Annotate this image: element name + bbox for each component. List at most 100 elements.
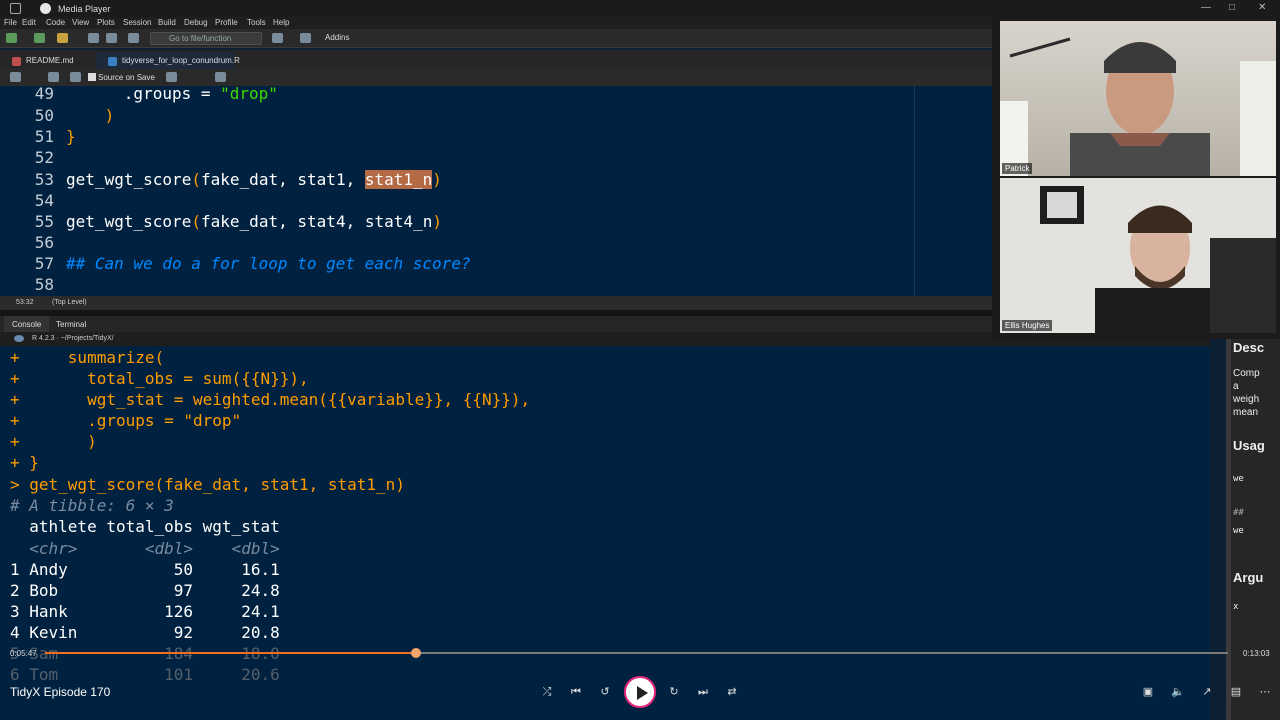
text-selection: stat1_n xyxy=(364,170,433,189)
volume-icon[interactable]: 🔈 xyxy=(1170,684,1186,700)
console-command: > get_wgt_score(fake_dat, stat1, stat1_n… xyxy=(10,475,405,494)
console-output-line: + } xyxy=(10,453,39,472)
menu-item-edit[interactable]: Edit xyxy=(22,18,36,27)
play-button[interactable] xyxy=(624,676,656,708)
r-console[interactable]: + summarize(+ total_obs = sum({{N}}), + w… xyxy=(0,346,1210,720)
save-all-icon[interactable] xyxy=(106,33,117,43)
code-line[interactable]: 52 xyxy=(0,147,992,168)
close-icon[interactable]: ✕ xyxy=(1258,2,1266,13)
source-on-save-checkbox[interactable] xyxy=(88,73,96,81)
miniplayer-icon[interactable]: ▣ xyxy=(1140,684,1156,700)
code-editor[interactable]: 49 .groups = "drop" 50 ) 51} 52 53 get_wgt_sc… xyxy=(0,86,992,296)
code-line[interactable]: 51} xyxy=(0,126,992,147)
code-text: get_wgt_score(fake_dat, stat1, stat1_n) xyxy=(66,170,442,189)
menu-item-view[interactable]: View xyxy=(72,18,89,27)
menu-item-build[interactable]: Build xyxy=(158,18,176,27)
code-line[interactable]: 58 xyxy=(0,274,992,295)
video-tile-ellis[interactable]: Ellis Hughes xyxy=(1000,178,1276,333)
help-description-heading: Desc xyxy=(1233,340,1265,355)
menu-item-tools[interactable]: Tools xyxy=(247,18,266,27)
rewind-10-icon[interactable]: ↺ xyxy=(597,684,613,700)
seek-bar-handle[interactable] xyxy=(411,648,421,658)
code-line[interactable]: 53 get_wgt_score(fake_dat, stat1, stat1_n… xyxy=(0,169,992,190)
code-line[interactable]: 49 .groups = "drop" xyxy=(0,86,992,104)
show-in-window-icon[interactable] xyxy=(48,72,59,82)
new-file-icon[interactable] xyxy=(6,33,17,43)
maximize-icon[interactable]: □ xyxy=(1229,2,1235,13)
video-tile-patrick[interactable]: Patrick xyxy=(1000,21,1276,176)
code-line[interactable]: 50 ) xyxy=(0,105,992,126)
cursor-position: 53:32 xyxy=(16,299,34,306)
r-file-icon xyxy=(108,57,117,66)
back-icon[interactable] xyxy=(10,72,21,82)
window-title: Media Player xyxy=(58,4,111,14)
code-text: .groups = "drop" xyxy=(66,86,278,103)
code-text: ## Can we do a for loop to get each scor… xyxy=(66,254,471,273)
print-icon[interactable] xyxy=(128,33,139,43)
goto-file-input[interactable]: Go to file/function xyxy=(150,32,262,45)
menu-item-code[interactable]: Code xyxy=(46,18,65,27)
code-text: } xyxy=(66,127,76,146)
seek-bar-progress xyxy=(45,652,416,654)
scope-indicator[interactable]: (Top Level) xyxy=(52,299,87,306)
title-bar: Media Player — □ ✕ xyxy=(0,0,1280,17)
console-output-line: + ) xyxy=(10,432,97,451)
help-desc-line: mean xyxy=(1233,407,1259,418)
addins-menu[interactable]: Addins xyxy=(325,33,349,42)
layout-icon[interactable] xyxy=(300,33,311,43)
outline-icon[interactable] xyxy=(215,72,226,82)
menu-item-file[interactable]: File xyxy=(4,18,17,27)
console-output-line: 1 Andy 50 16.1 xyxy=(10,560,280,579)
menu-item-session[interactable]: Session xyxy=(123,18,151,27)
menu-item-profile[interactable]: Profile xyxy=(215,18,238,27)
code-line[interactable]: 57 ## Can we do a for loop to get each sc… xyxy=(0,253,992,274)
webcam-video xyxy=(1000,178,1276,333)
help-arguments-heading: Argu xyxy=(1233,570,1264,585)
menu-bar: File Edit Code View Plots Session Build Debug Pr… xyxy=(0,17,992,29)
shuffle-icon[interactable]: ⤮ xyxy=(539,684,555,700)
line-number: 50 xyxy=(34,106,54,125)
code-line[interactable]: 54 xyxy=(0,190,992,211)
menu-item-debug[interactable]: Debug xyxy=(184,18,208,27)
line-number: 53 xyxy=(34,170,54,189)
line-number: 51 xyxy=(34,127,54,146)
open-file-icon[interactable] xyxy=(57,33,68,43)
next-icon[interactable]: ⏭ xyxy=(695,684,711,700)
search-icon[interactable] xyxy=(166,72,177,82)
string-literal: "drop" xyxy=(220,86,278,103)
line-number: 54 xyxy=(34,191,54,210)
home-icon[interactable] xyxy=(10,3,21,14)
code-text: get_wgt_score(fake_dat, stat4, stat4_n) xyxy=(66,212,442,231)
fullscreen-icon[interactable]: ↗ xyxy=(1199,684,1215,700)
more-options-icon[interactable]: ⋯ xyxy=(1257,684,1273,700)
new-project-icon[interactable] xyxy=(34,33,45,43)
line-number: 57 xyxy=(34,254,54,273)
tab-readme[interactable]: README.md xyxy=(0,52,96,69)
code-line[interactable]: 55 get_wgt_score(fake_dat, stat4, stat4_n… xyxy=(0,211,992,232)
video-call-panel: Patrick Ellis Hughes xyxy=(992,17,1280,339)
editor-status-bar: 53:32 (Top Level) xyxy=(0,296,992,310)
help-scrollbar[interactable] xyxy=(1226,336,1231,720)
previous-icon[interactable]: ⏮ xyxy=(568,684,584,700)
tab-terminal[interactable]: Terminal xyxy=(48,316,94,332)
console-output-line: + summarize( xyxy=(10,348,165,367)
tab-label: tidyverse_for_loop_conundrum.R xyxy=(122,56,240,65)
cast-icon[interactable]: ▤ xyxy=(1228,684,1244,700)
tab-console[interactable]: Console xyxy=(4,316,50,332)
menu-item-plots[interactable]: Plots xyxy=(97,18,115,27)
code-line[interactable]: 56 xyxy=(0,232,992,253)
save-file-icon[interactable] xyxy=(70,72,81,82)
console-output-line: <chr> <dbl> <dbl> xyxy=(10,539,280,558)
help-usage-heading: Usag xyxy=(1233,438,1265,453)
menu-item-help[interactable]: Help xyxy=(273,18,289,27)
editor-tabs: README.md tidyverse_for_loop_conundrum.R xyxy=(0,50,992,69)
line-number: 58 xyxy=(34,275,54,294)
version-control-icon[interactable] xyxy=(272,33,283,43)
tab-r-script[interactable]: tidyverse_for_loop_conundrum.R xyxy=(96,52,240,69)
minimize-icon[interactable]: — xyxy=(1201,2,1211,13)
save-icon[interactable] xyxy=(88,33,99,43)
repeat-icon[interactable]: ⇄ xyxy=(724,684,740,700)
forward-30-icon[interactable]: ↻ xyxy=(666,684,682,700)
main-toolbar: Go to file/function Addins xyxy=(0,29,992,48)
webcam-video xyxy=(1000,21,1276,176)
